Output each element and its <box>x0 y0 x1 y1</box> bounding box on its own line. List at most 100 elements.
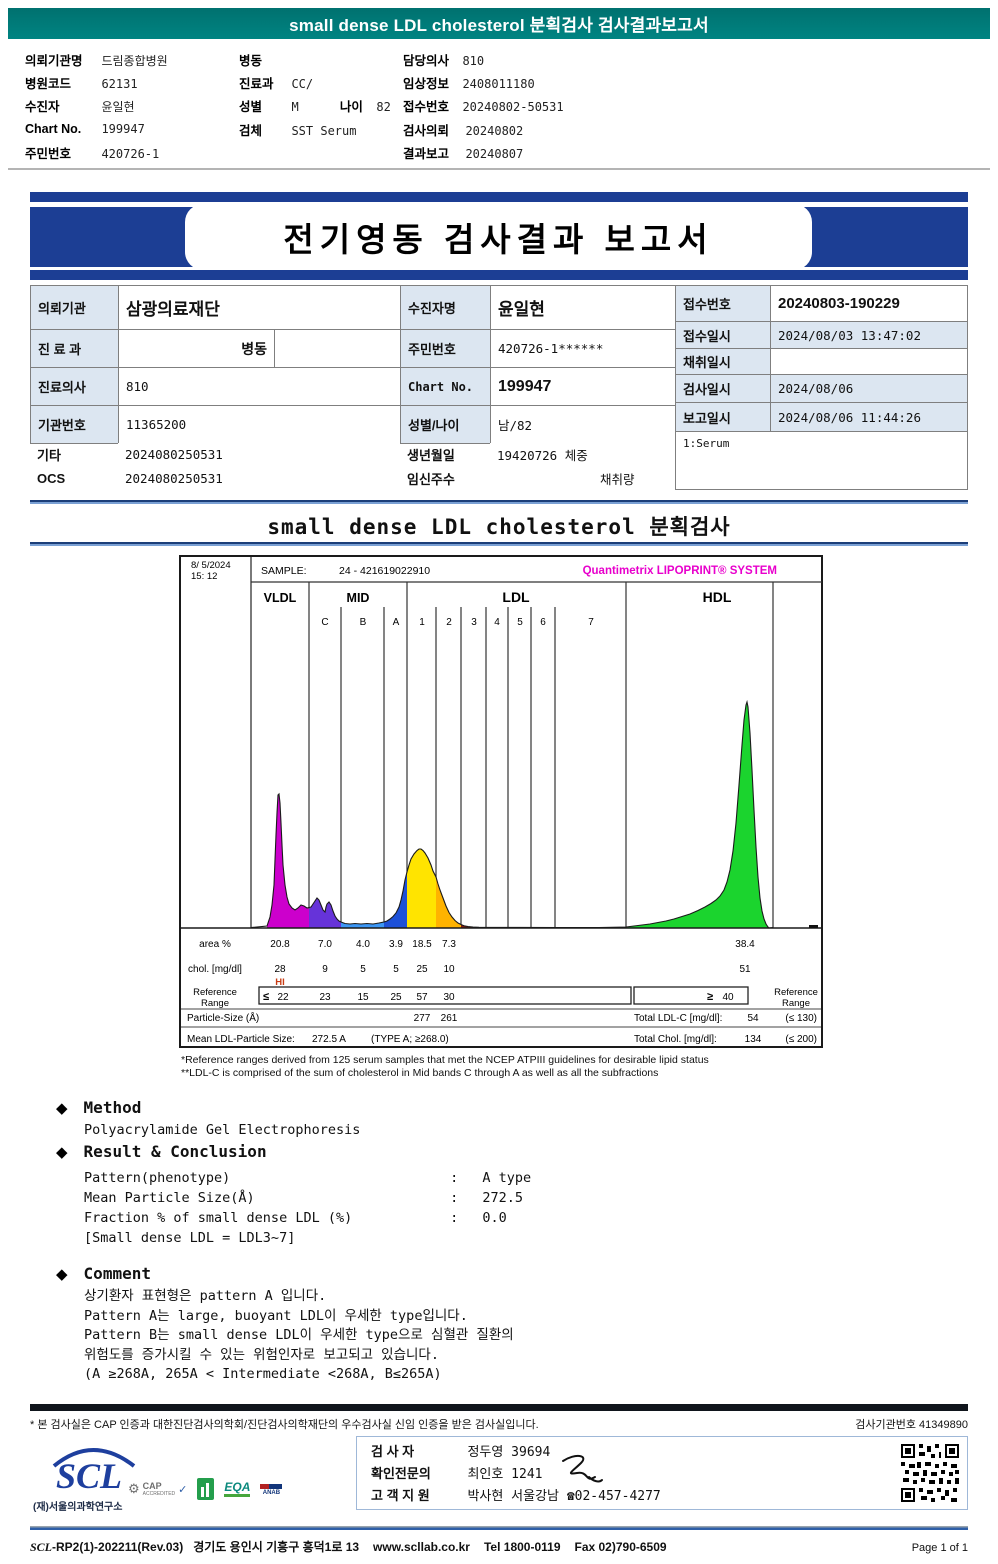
anab-flag-icon <box>260 1483 283 1489</box>
eqa-logo: EQA <box>224 1481 251 1497</box>
comment-line: 위험도를 증가시킬 수 있는 위험인자로 보고되고 있습니다. <box>84 1346 439 1363</box>
info-value: 810 <box>118 367 401 406</box>
field-label: 검사의뢰 <box>403 124 450 138</box>
field-label: 성별 <box>239 100 263 114</box>
sig-value: 박사현 서울강남 ☎02-457-4277 <box>467 1489 661 1504</box>
method-heading: Method <box>83 1098 142 1117</box>
ref-le-sign: ≤ <box>263 991 269 1003</box>
field-value: 20240802-50531 <box>462 100 564 114</box>
info-value-empty <box>274 329 401 368</box>
info-label: 접수번호 <box>675 285 771 322</box>
svg-text:10: 10 <box>443 964 455 975</box>
field-value: 62131 <box>101 77 138 91</box>
signature-row: 검 사 자 정두영 39694 <box>371 1441 550 1461</box>
ref-hdl-value: 40 <box>722 992 734 1003</box>
result-value: 272.5 <box>482 1190 524 1206</box>
info-value: 20240803-190229 <box>770 285 968 322</box>
info-label: 진 료 과 <box>30 329 119 368</box>
telephone: Tel 1800-0119 <box>483 1540 561 1554</box>
info-label: 기관번호 <box>30 405 119 444</box>
ref-ge-sign: ≥ <box>707 991 713 1003</box>
footer-note-row: * 본 검사실은 CAP 인증과 대한진단검사의학회/진단검사의학재단의 우수검… <box>30 1416 968 1432</box>
svg-text:7.3: 7.3 <box>442 939 456 950</box>
banner: 전기영동 검사결과 보고서 <box>30 192 968 280</box>
total-chol-ref: (≤ 200) <box>785 1034 817 1045</box>
cap-gear-icon: ⚙ <box>128 1481 140 1496</box>
field-value: 2408011180 <box>462 77 535 91</box>
rule-bottom <box>30 542 968 546</box>
banner-band: 전기영동 검사결과 보고서 <box>30 204 968 270</box>
sig-label: 확인전문의 <box>371 1466 431 1481</box>
chart-sample-id: 24 - 421619022910 <box>339 565 430 577</box>
info-label: 주민번호 <box>400 329 491 368</box>
svg-text:7.0: 7.0 <box>318 939 332 950</box>
signature-box: 검 사 자 정두영 39694 확인전문의 최인호 1241 고 객 지 원 박… <box>356 1436 968 1510</box>
diamond-bullet-icon: ◆ <box>56 1265 68 1283</box>
subband-label: 5 <box>517 617 523 628</box>
mean-type: (TYPE A; ≥268.0) <box>371 1034 449 1045</box>
total-ldl-ref: (≤ 130) <box>785 1013 817 1024</box>
green-cert-icon <box>197 1478 215 1500</box>
svg-text:4.0: 4.0 <box>356 939 370 950</box>
info-label: 임신주수 <box>407 471 455 487</box>
chart-footnotes: *Reference ranges derived from 125 serum… <box>181 1054 709 1080</box>
field-row: 성별 M 나이 82 <box>239 96 391 116</box>
chart-sample-label: SAMPLE: <box>261 565 307 577</box>
svg-text:5: 5 <box>393 964 399 975</box>
field-label: 나이 <box>339 100 363 114</box>
field-value: 윤일현 <box>101 100 135 114</box>
svg-text:38.4: 38.4 <box>735 939 755 950</box>
info-value: 199947 <box>490 367 676 406</box>
report-page: small dense LDL cholesterol 분획검사 검사결과보고서… <box>0 0 998 1564</box>
subband-label: 1 <box>419 617 425 628</box>
field-value: 20240807 <box>465 147 524 161</box>
subband-label: 7 <box>588 617 594 628</box>
result-note: [Small dense LDL = LDL3~7] <box>84 1230 296 1246</box>
scl-subtitle: (재)서울의과학연구소 <box>33 1502 123 1513</box>
total-ldl-value: 54 <box>747 1013 759 1024</box>
field-label: 결과보고 <box>403 147 450 161</box>
field-row: 검체 SST Serum <box>239 120 356 140</box>
subband-label: C <box>321 617 328 628</box>
comment-line: Pattern B는 small dense LDL이 우세한 type으로 심… <box>84 1327 514 1343</box>
mean-row-label: Mean LDL-Particle Size: <box>187 1034 295 1045</box>
ref-label-left: Range <box>201 998 229 1009</box>
chol-row-label: chol. [mg/dl] <box>188 964 242 975</box>
ref-label-right: Reference <box>774 987 818 998</box>
field-label: 의뢰기관명 <box>25 54 83 68</box>
bottom-divider <box>30 1526 968 1530</box>
comment-line: 상기환자 표현형은 pattern A 입니다. <box>84 1288 327 1304</box>
svg-text:23: 23 <box>319 992 331 1003</box>
ref-label-left: Reference <box>193 987 237 998</box>
report-title: small dense LDL cholesterol 분획검사 검사결과보고서 <box>289 16 709 35</box>
baseline-mark <box>809 925 818 928</box>
field-row: 접수번호 20240802-50531 <box>403 96 564 116</box>
comment-heading-row: ◆ Comment <box>56 1264 151 1283</box>
lipoprint-brand: Quantimetrix LIPOPRINT® SYSTEM <box>583 565 777 577</box>
field-row: 주민번호 420726-1 <box>25 143 159 163</box>
total-chol-label: Total Chol. [mg/dl]: <box>634 1034 717 1045</box>
result-heading-row: ◆ Result & Conclusion <box>56 1142 267 1161</box>
info-label: 생년월일 <box>407 448 455 463</box>
section-title: small dense LDL cholesterol 분획검사 <box>267 515 731 539</box>
sig-label: 고 객 지 원 <box>371 1488 430 1503</box>
bottom-info-line: SCL -RP2(1)-202211(Rev.03) 경기도 용인시 기흥구 흥… <box>30 1538 968 1555</box>
field-value: 199947 <box>101 122 145 136</box>
cap-accredited-text: ACCREDITED <box>142 1490 176 1497</box>
rule-top <box>30 500 968 504</box>
chol-hi-flag: HI <box>275 977 285 988</box>
result-rows: Pattern(phenotype) : A type Mean Particl… <box>84 1170 531 1250</box>
result-heading: Result & Conclusion <box>83 1142 267 1161</box>
info-value: 2024/08/06 11:44:26 <box>770 402 968 432</box>
field-value: M <box>291 100 299 114</box>
particle-row-label: Particle-Size (Å) <box>187 1011 259 1024</box>
doctor-signature <box>562 1455 603 1483</box>
info-value: 2024/08/03 13:47:02 <box>770 321 968 349</box>
mean-value: 272.5 A <box>312 1034 346 1045</box>
svg-text:18.5: 18.5 <box>412 939 432 950</box>
svg-text:5: 5 <box>360 964 366 975</box>
field-row: 결과보고 20240807 <box>403 143 523 163</box>
field-row: 병동 <box>239 50 287 70</box>
result-label: Mean Particle Size(Å) <box>84 1190 255 1206</box>
band-group-label: MID <box>347 591 370 605</box>
